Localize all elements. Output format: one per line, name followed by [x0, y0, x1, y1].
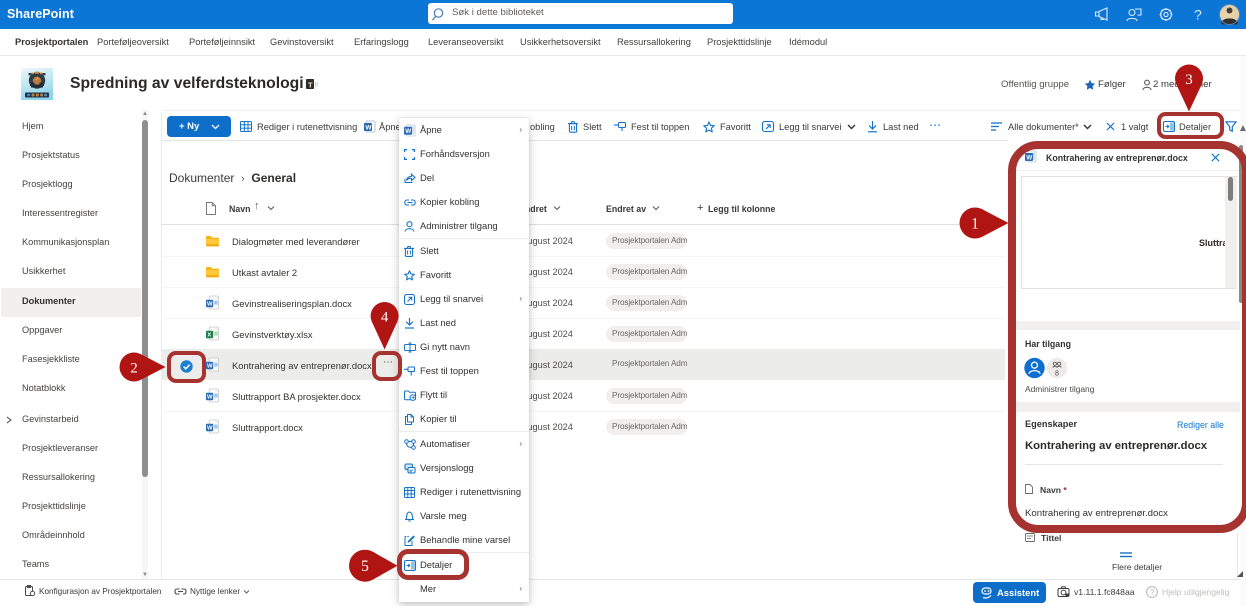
svg-text:T: T: [308, 80, 313, 89]
svg-text:W: W: [207, 426, 213, 432]
svg-text:B: B: [315, 81, 319, 88]
svg-text:?: ?: [1194, 7, 1202, 23]
svg-text:4: 4: [381, 309, 389, 325]
svg-text:?: ?: [1150, 588, 1155, 597]
svg-text:W: W: [365, 125, 372, 132]
svg-text:X: X: [207, 333, 211, 339]
svg-text:3: 3: [1185, 72, 1193, 88]
svg-text:5: 5: [361, 558, 369, 575]
svg-text:W: W: [405, 128, 411, 135]
svg-text:W: W: [207, 302, 213, 308]
svg-text:W: W: [207, 395, 213, 401]
svg-text:2: 2: [130, 360, 138, 376]
svg-text:1: 1: [971, 215, 979, 232]
svg-text:W: W: [207, 364, 213, 370]
